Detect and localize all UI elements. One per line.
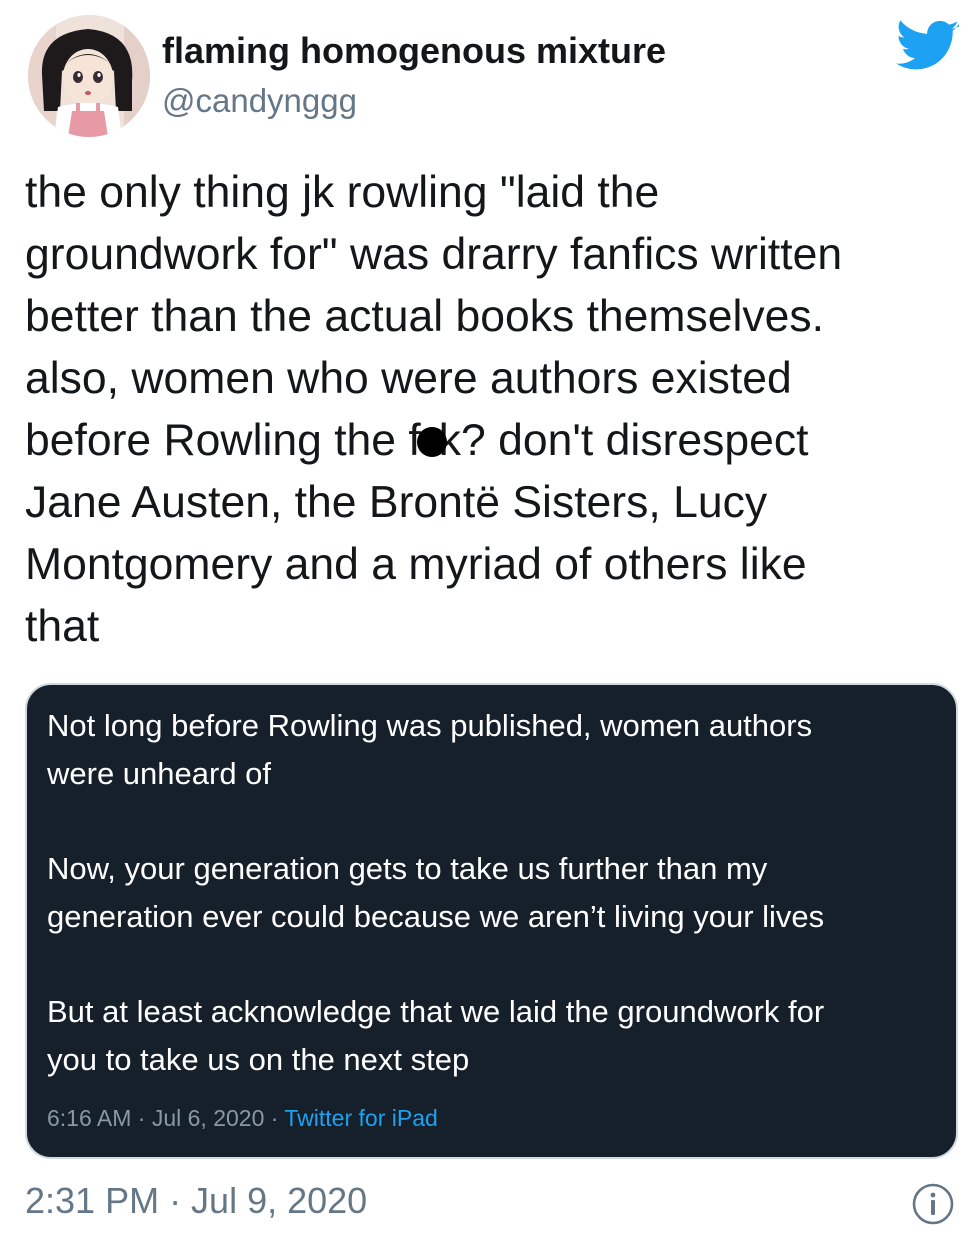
twitter-bird-icon[interactable]	[896, 20, 960, 74]
censored-text-before: before Rowling the f	[25, 416, 421, 465]
embedded-paragraph: Now, your generation gets to take us fur…	[47, 845, 947, 941]
embedded-line: generation ever could because we aren’t …	[47, 899, 825, 934]
censor-blot	[416, 427, 447, 457]
embedded-timestamp: 6:16 AM · Jul 6, 2020 ·	[47, 1105, 285, 1131]
embedded-paragraph: Not long before Rowling was published, w…	[47, 702, 947, 798]
embedded-paragraph: But at least acknowledge that we laid th…	[47, 988, 947, 1084]
avatar-anime-girl-icon	[28, 15, 150, 137]
author-handle[interactable]: @candynggg	[162, 82, 357, 120]
avatar[interactable]	[28, 15, 150, 137]
info-icon[interactable]	[911, 1182, 955, 1226]
embedded-tweet-screenshot[interactable]: Not long before Rowling was published, w…	[25, 683, 958, 1159]
tweet-line: Montgomery and a myriad of others like	[25, 540, 807, 589]
tweet-line: groundwork for" was drarry fanfics writt…	[25, 230, 843, 279]
tweet-card: flaming homogenous mixture @candynggg th…	[0, 0, 980, 1237]
tweet-line: better than the actual books themselves.	[25, 292, 825, 341]
tweet-timestamp[interactable]: 2:31 PM · Jul 9, 2020	[25, 1180, 367, 1222]
embedded-line: Not long before Rowling was published, w…	[47, 708, 813, 743]
tweet-line: also, women who were authors existed	[25, 354, 792, 403]
embedded-source-link: Twitter for iPad	[284, 1105, 438, 1131]
censored-text-rest: don't disrespect	[498, 416, 809, 465]
tweet-line: that	[25, 602, 100, 651]
tweet-line-censored: before Rowling the f k? don't disrespect	[25, 410, 960, 472]
embedded-line: you to take us on the next step	[47, 1042, 470, 1077]
embedded-line: Now, your generation gets to take us fur…	[47, 851, 768, 886]
tweet-line: Jane Austen, the Brontë Sisters, Lucy	[25, 478, 768, 527]
author-display-name[interactable]: flaming homogenous mixture	[162, 30, 666, 72]
tweet-line: the only thing jk rowling "laid the	[25, 168, 660, 217]
embedded-line: But at least acknowledge that we laid th…	[47, 994, 825, 1029]
embedded-meta: 6:16 AM · Jul 6, 2020 · Twitter for iPad	[47, 1105, 438, 1132]
tweet-body: the only thing jk rowling "laid the grou…	[25, 162, 960, 658]
embedded-line: were unheard of	[47, 756, 272, 791]
